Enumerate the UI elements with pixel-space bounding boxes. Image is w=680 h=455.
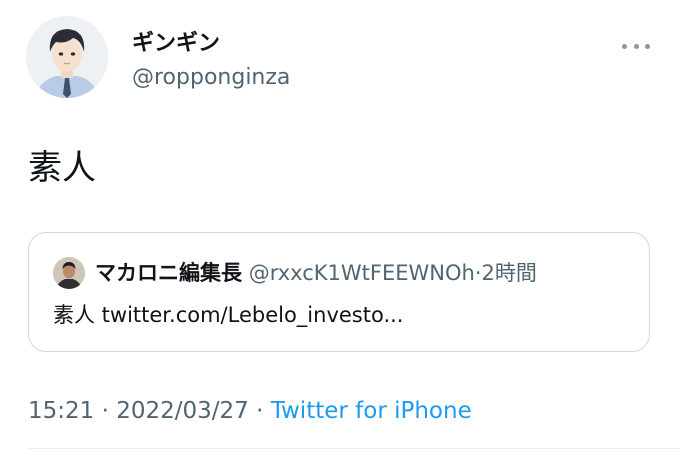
tweet-meta: 15:21 · 2022/03/27 · Twitter for iPhone: [28, 396, 472, 426]
tweet-date[interactable]: 2022/03/27: [116, 398, 249, 424]
dot: [645, 43, 650, 49]
quoted-header: マカロニ編集長 @rxxcK1WtFEEWNOh·2時間: [95, 259, 537, 287]
quoted-avatar-photo: [53, 257, 85, 289]
quoted-time[interactable]: 2時間: [482, 261, 537, 285]
dot: [633, 43, 639, 49]
tweet-time[interactable]: 15:21: [28, 398, 94, 424]
avatar[interactable]: [26, 16, 108, 98]
tweet-card: ギンギン @ropponginza 素人 マカロニ編集長 @rxxcK1WtFE…: [0, 0, 680, 455]
meta-separator: ·: [101, 398, 109, 424]
quoted-separator: ·: [474, 261, 482, 285]
tweet-source-link[interactable]: Twitter for iPhone: [271, 398, 472, 424]
meta-separator: ·: [256, 398, 264, 424]
quoted-avatar[interactable]: [53, 257, 85, 289]
quoted-handle[interactable]: @rxxcK1WtFEEWNOh: [249, 261, 475, 285]
tweet-text: 素人: [28, 148, 96, 188]
quoted-tweet[interactable]: マカロニ編集長 @rxxcK1WtFEEWNOh·2時間 素人 twitter.…: [28, 232, 650, 352]
divider: [28, 448, 680, 449]
quoted-display-name[interactable]: マカロニ編集長: [95, 261, 242, 285]
more-horizontal-icon[interactable]: [622, 38, 650, 54]
quoted-text: 素人 twitter.com/Lebelo_investo...: [53, 303, 404, 327]
author-display-name[interactable]: ギンギン: [132, 30, 220, 58]
author-handle[interactable]: @ropponginza: [132, 63, 290, 93]
avatar-illustration: [26, 16, 108, 98]
dot: [622, 43, 627, 49]
